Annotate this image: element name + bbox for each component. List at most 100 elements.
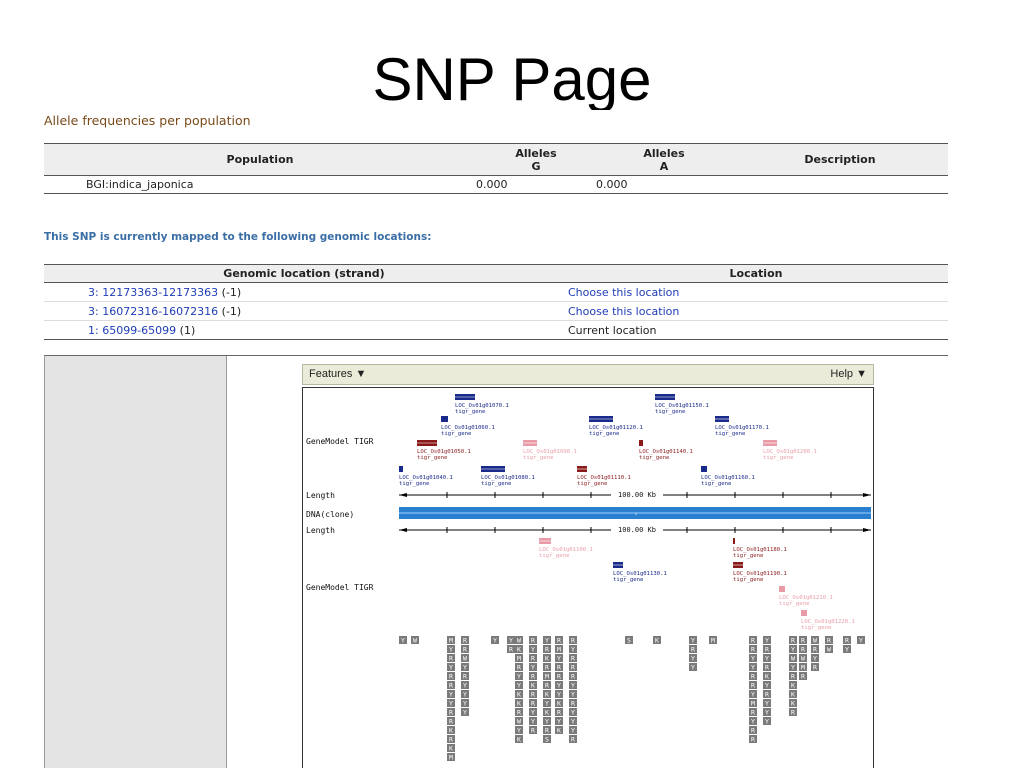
snp-allele[interactable]: Y xyxy=(569,681,577,690)
snp-allele[interactable]: Y xyxy=(555,717,563,726)
snp-allele[interactable]: R xyxy=(811,663,819,672)
snp-allele[interactable]: K xyxy=(447,744,455,753)
gene-feature[interactable]: LOC_Os01g01150.1tigr_gene xyxy=(655,394,709,415)
gene-feature[interactable]: LOC_Os01g01160.1tigr_gene xyxy=(701,466,755,487)
snp-allele[interactable]: Y xyxy=(461,708,469,717)
help-menu[interactable]: Help ▼ xyxy=(830,368,867,380)
snp-allele[interactable]: Y xyxy=(491,636,499,645)
snp-allele[interactable]: R xyxy=(507,645,515,654)
gene-glyph[interactable] xyxy=(801,610,807,616)
snp-allele[interactable]: R xyxy=(515,663,523,672)
snp-allele[interactable]: R xyxy=(569,672,577,681)
snp-allele[interactable]: R xyxy=(555,636,563,645)
snp-allele[interactable]: Y xyxy=(811,654,819,663)
snp-allele[interactable]: Y xyxy=(447,690,455,699)
snp-allele[interactable]: Y xyxy=(529,717,537,726)
snp-allele[interactable]: R xyxy=(689,645,697,654)
snp-allele[interactable]: R xyxy=(515,708,523,717)
choose-location-link[interactable]: Choose this location xyxy=(568,305,679,318)
snp-allele[interactable]: R xyxy=(447,672,455,681)
snp-allele[interactable]: R xyxy=(789,672,797,681)
snp-allele[interactable]: Y xyxy=(555,654,563,663)
snp-allele[interactable]: Y xyxy=(789,663,797,672)
gene-glyph[interactable] xyxy=(639,440,643,446)
snp-allele[interactable]: Y xyxy=(843,645,851,654)
snp-allele[interactable]: K xyxy=(555,726,563,735)
snp-allele[interactable]: M xyxy=(749,699,757,708)
genomic-location-link[interactable]: 3: 12173363-12173363 xyxy=(88,286,218,299)
gene-feature[interactable]: LOC_Os01g01050.1tigr_gene xyxy=(417,440,471,461)
snp-allele[interactable]: R xyxy=(799,645,807,654)
snp-allele[interactable]: R xyxy=(749,681,757,690)
snp-allele[interactable]: Y xyxy=(461,663,469,672)
snp-allele[interactable]: K xyxy=(789,681,797,690)
snp-allele[interactable]: R xyxy=(569,663,577,672)
snp-allele[interactable]: R xyxy=(569,654,577,663)
snp-allele[interactable]: M xyxy=(555,645,563,654)
genomic-location-link[interactable]: 1: 65099-65099 xyxy=(88,324,176,337)
snp-allele[interactable]: Y xyxy=(507,636,515,645)
snp-allele[interactable]: R xyxy=(799,672,807,681)
track-view[interactable]: GeneModel TIGR Length DNA(clone) Length … xyxy=(302,387,874,768)
snp-allele[interactable]: R xyxy=(447,654,455,663)
snp-allele[interactable]: R xyxy=(843,636,851,645)
snp-allele[interactable]: Y xyxy=(763,681,771,690)
gene-glyph[interactable] xyxy=(701,466,707,472)
snp-allele[interactable]: Y xyxy=(515,726,523,735)
snp-allele[interactable]: R xyxy=(447,681,455,690)
gene-feature[interactable]: LOC_Os01g01170.1tigr_gene xyxy=(715,416,769,437)
snp-allele[interactable]: R xyxy=(461,645,469,654)
gene-feature[interactable]: LOC_Os01g01200.1tigr_gene xyxy=(763,440,817,461)
snp-allele[interactable]: Y xyxy=(461,690,469,699)
population-link[interactable]: BGI:indica_japonica xyxy=(44,175,476,194)
snp-allele[interactable]: K xyxy=(543,708,551,717)
snp-allele[interactable]: K xyxy=(447,726,455,735)
snp-allele[interactable]: R xyxy=(543,645,551,654)
gene-feature[interactable]: LOC_Os01g01180.1tigr_gene xyxy=(733,538,787,559)
gene-feature[interactable]: LOC_Os01g01190.1tigr_gene xyxy=(733,562,787,583)
snp-allele[interactable]: K xyxy=(515,645,523,654)
snp-allele[interactable]: R xyxy=(749,735,757,744)
snp-allele[interactable]: R xyxy=(789,708,797,717)
snp-allele[interactable]: W xyxy=(515,717,523,726)
gene-glyph[interactable] xyxy=(441,416,448,422)
snp-allele[interactable]: W xyxy=(811,636,819,645)
gene-glyph[interactable] xyxy=(733,538,735,544)
snp-allele[interactable]: R xyxy=(461,636,469,645)
snp-allele[interactable]: Y xyxy=(543,717,551,726)
gene-feature[interactable]: LOC_Os01g01120.1tigr_gene xyxy=(589,416,643,437)
snp-allele[interactable]: K xyxy=(789,699,797,708)
snp-allele[interactable]: W xyxy=(799,654,807,663)
snp-allele[interactable]: Y xyxy=(763,654,771,663)
snp-allele[interactable]: R xyxy=(461,672,469,681)
snp-allele[interactable]: M xyxy=(799,663,807,672)
snp-allele[interactable]: Y xyxy=(447,645,455,654)
snp-allele[interactable]: S xyxy=(543,735,551,744)
snp-allele[interactable]: M xyxy=(447,636,455,645)
gene-feature[interactable]: LOC_Os01g01220.1tigr_gene xyxy=(801,610,855,631)
snp-allele[interactable]: W xyxy=(461,654,469,663)
gene-glyph[interactable] xyxy=(779,586,785,592)
snp-allele[interactable]: Y xyxy=(763,708,771,717)
gene-feature[interactable]: LOC_Os01g01110.1tigr_gene xyxy=(577,466,631,487)
snp-allele[interactable]: Y xyxy=(569,690,577,699)
snp-allele[interactable]: R xyxy=(447,708,455,717)
snp-allele[interactable]: Y xyxy=(569,708,577,717)
snp-allele[interactable]: M xyxy=(543,672,551,681)
snp-allele[interactable]: R xyxy=(543,726,551,735)
snp-allele[interactable]: Y xyxy=(569,717,577,726)
snp-allele[interactable]: R xyxy=(447,735,455,744)
snp-allele[interactable]: Y xyxy=(763,717,771,726)
snp-allele[interactable]: R xyxy=(749,672,757,681)
snp-allele[interactable]: Y xyxy=(763,636,771,645)
snp-allele[interactable]: M xyxy=(709,636,717,645)
snp-allele[interactable]: R xyxy=(749,708,757,717)
snp-allele[interactable]: S xyxy=(625,636,633,645)
snp-allele[interactable]: W xyxy=(825,645,833,654)
snp-allele[interactable]: K xyxy=(543,654,551,663)
snp-allele[interactable]: K xyxy=(789,690,797,699)
snp-allele[interactable]: R xyxy=(529,672,537,681)
snp-allele[interactable]: Y xyxy=(555,690,563,699)
snp-allele[interactable]: R xyxy=(763,663,771,672)
snp-allele[interactable]: Y xyxy=(543,699,551,708)
